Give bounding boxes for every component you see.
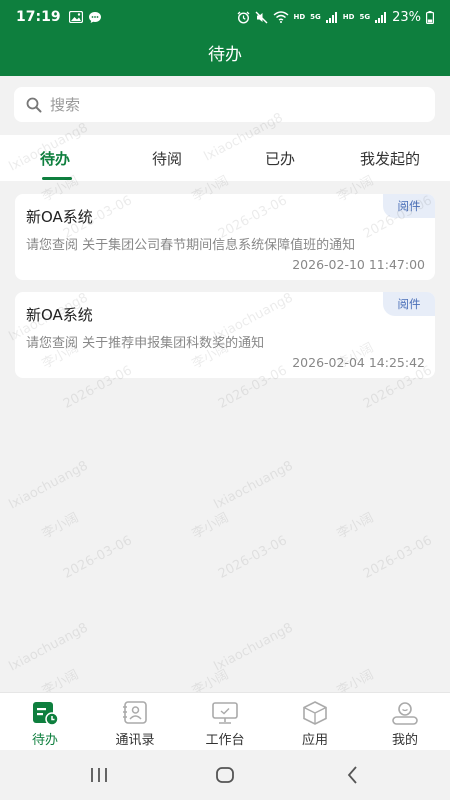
nav-label-apps: 应用 (301, 733, 328, 748)
bottom-nav: 待办 通讯录 工作台 应用 我的 (0, 692, 450, 750)
nav-item-todo[interactable]: 待办 (0, 693, 90, 751)
gallery-icon (68, 11, 83, 23)
nav-label-profile: 我的 (391, 733, 418, 748)
wifi-icon (273, 11, 288, 23)
nav-label-todo: 待办 (31, 733, 58, 748)
tab-todo[interactable]: 待办 (40, 148, 70, 169)
battery-icon (426, 10, 434, 24)
nav-item-workbench[interactable]: 工作台 (180, 693, 270, 751)
nav-label-workbench: 工作台 (205, 733, 245, 748)
status-time: 17:19 (16, 9, 61, 25)
search-icon (26, 97, 42, 112)
signal-icon-2 (375, 11, 387, 23)
home-icon[interactable] (214, 764, 236, 786)
item-badge: 阅件 (383, 292, 435, 316)
item-title: 新OA系统 (26, 306, 93, 324)
watermark-user: 李小阔 (39, 510, 82, 543)
notification-icons (68, 11, 102, 24)
nav-item-profile[interactable]: 我的 (360, 693, 450, 751)
nav-item-contacts[interactable]: 通讯录 (90, 693, 180, 751)
item-time: 2026-02-04 14:25:42 (292, 355, 425, 370)
workbench-icon (212, 702, 238, 724)
signal-label-2: 5G (359, 13, 371, 21)
top-bar: 17:19 HD 5G HD 5G 23% 待办 (0, 0, 450, 76)
watermark-date: 2026-03-06 (215, 533, 290, 582)
watermark-date: 2026-03-06 (360, 533, 435, 582)
signal-label-1: 5G (310, 13, 321, 21)
battery-percent: 23% (392, 9, 421, 25)
watermark-account: lxiaochuang8 (6, 458, 91, 513)
page-title: 待办 (208, 45, 242, 65)
item-badge: 阅件 (383, 194, 435, 218)
profile-icon (392, 702, 418, 725)
net-label-2: HD (342, 13, 355, 21)
nav-label-contacts: 通讯录 (115, 733, 155, 748)
back-icon[interactable] (342, 764, 364, 786)
tab-to-read[interactable]: 待阅 (152, 148, 182, 169)
watermark-account: lxiaochuang8 (211, 458, 296, 513)
system-nav-bar (0, 750, 450, 800)
search-placeholder: 搜索 (50, 96, 81, 114)
alarm-icon (237, 11, 249, 24)
status-right: HD 5G HD 5G 23% (237, 10, 435, 25)
mute-icon (255, 11, 267, 23)
item-title: 新OA系统 (26, 208, 93, 226)
todo-icon (33, 702, 59, 726)
watermark-account: lxiaochuang8 (211, 620, 296, 675)
watermark-user: 李小阔 (189, 510, 232, 543)
nav-item-apps[interactable]: 应用 (270, 693, 360, 751)
recent-apps-icon[interactable] (88, 764, 110, 786)
tab-done[interactable]: 已办 (265, 148, 295, 169)
tab-bar: 待办 待阅 已办 我发起的 (0, 135, 450, 181)
tab-initiated[interactable]: 我发起的 (360, 148, 420, 169)
list-item[interactable]: 新OA系统 阅件 请您查阅 关于集团公司春节期间信息系统保障值班的通知 2026… (15, 194, 435, 280)
contacts-icon (123, 701, 147, 724)
net-label-1: HD (293, 13, 306, 21)
item-description: 请您查阅 关于集团公司春节期间信息系统保障值班的通知 (26, 238, 356, 253)
active-tab-indicator (42, 177, 72, 180)
watermark-date: 2026-03-06 (60, 533, 135, 582)
signal-icon-1 (325, 11, 337, 23)
search-box[interactable]: 搜索 (14, 87, 435, 122)
item-time: 2026-02-10 11:47:00 (292, 257, 425, 272)
apps-icon (303, 701, 327, 725)
message-icon (88, 11, 101, 23)
watermark-user: 李小阔 (334, 510, 377, 543)
list-item[interactable]: 新OA系统 阅件 请您查阅 关于推荐申报集团科数奖的通知 2026-02-04 … (15, 292, 435, 378)
item-description: 请您查阅 关于推荐申报集团科数奖的通知 (26, 336, 265, 351)
watermark-account: lxiaochuang8 (6, 620, 91, 675)
status-bar: 17:19 HD 5G HD 5G 23% (0, 0, 450, 34)
